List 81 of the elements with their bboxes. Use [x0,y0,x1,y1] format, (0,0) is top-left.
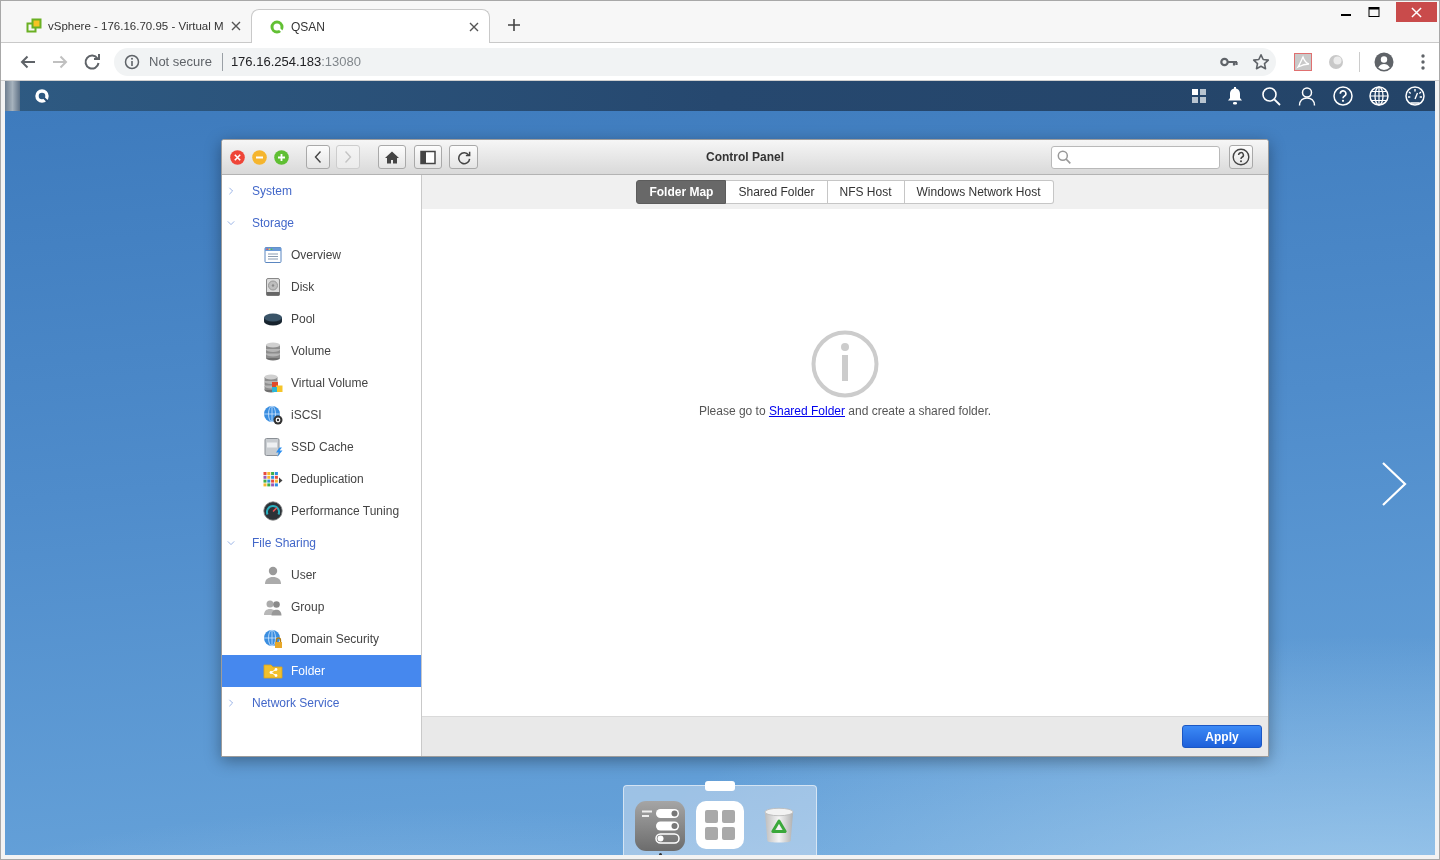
search-icon [1057,150,1071,164]
chevron-right-icon[interactable] [1380,461,1408,507]
sidebar-section[interactable]: Storage [222,207,421,239]
globe-lock-icon [263,629,283,649]
globe-icon[interactable] [1369,86,1389,106]
sidebar-section[interactable]: System [222,175,421,207]
user-icon [263,565,283,585]
database-squares-icon [263,373,283,393]
sidebar-item[interactable]: Volume [222,335,421,367]
ring-logo-icon[interactable] [34,88,50,104]
maximize-icon[interactable] [1368,6,1380,18]
security-label: Not secure [149,54,212,69]
browser-tab[interactable]: QSAN [251,9,490,43]
home-icon [384,149,400,165]
ring-favicon-icon [269,18,285,35]
plus-icon[interactable] [507,18,521,32]
tab[interactable]: Windows Network Host [904,180,1054,204]
sidebar-item[interactable]: Deduplication [222,463,421,495]
url-text: 176.16.254.183:13080 [230,54,361,69]
star-icon[interactable] [1252,52,1270,71]
gauge-icon[interactable] [1405,86,1425,106]
document-extension-icon[interactable] [1294,52,1312,71]
sidebar-toggle-button[interactable] [414,145,442,169]
back-button[interactable] [306,145,330,169]
chevron-left-icon [313,150,323,164]
sidebar-item[interactable]: SSD Cache [222,431,421,463]
close-button[interactable] [1396,2,1437,22]
home-button[interactable] [378,145,406,169]
refresh-icon [455,149,472,165]
window-title: Control Panel [706,150,784,164]
toggles-tile-icon[interactable] [635,801,685,851]
chevron-right-icon [343,150,353,164]
drive-bolt-icon [263,437,283,457]
sidebar-item[interactable]: Virtual Volume [222,367,421,399]
tab[interactable]: Shared Folder [726,180,828,204]
panel-icon [420,149,436,165]
list-window-icon [263,245,283,265]
user-icon[interactable] [1297,86,1317,106]
sidebar-item[interactable]: Group [222,591,421,623]
info-icon[interactable] [124,53,140,70]
tile-grid-icon [263,469,283,489]
empty-message: Please go to Shared Folder and create a shared folder. [698,404,992,418]
browser-tab[interactable]: vSphere - 176.16.70.95 - Virtual M [12,10,251,42]
sidebar-item[interactable]: Disk [222,271,421,303]
sidebar-section[interactable]: File Sharing [222,527,421,559]
key-icon[interactable] [1220,55,1238,68]
close-icon [1411,6,1422,18]
folder-share-icon [263,661,283,681]
reload-icon[interactable] [82,51,102,72]
menu-icon[interactable] [1421,53,1425,70]
refresh-button[interactable] [449,145,478,169]
sidebar-item[interactable]: Domain Security [222,623,421,655]
sidebar-item[interactable]: iSCSI [222,399,421,431]
gauge-icon [263,501,283,521]
search-icon[interactable] [1261,86,1281,106]
tile-grid-icon[interactable] [1189,86,1209,106]
help-icon[interactable] [1333,86,1353,106]
sidebar-item[interactable]: Performance Tuning [222,495,421,527]
sidebar-item[interactable]: Pool [222,303,421,335]
dock-handle[interactable] [705,781,735,791]
tab[interactable]: NFS Host [827,180,905,204]
sidebar-section[interactable]: Network Service [222,687,421,719]
sidebar-item[interactable]: Overview [222,239,421,271]
close-icon[interactable] [469,21,479,32]
globe-gear-icon [263,405,283,425]
shared-folder-link[interactable]: Shared Folder [768,404,845,418]
close-icon[interactable] [231,21,241,31]
help-button[interactable] [1229,145,1253,169]
bell-icon[interactable] [1225,86,1245,106]
apply-button[interactable]: Apply [1182,725,1262,748]
address-bar[interactable]: Not secure 176.16.254.183:13080 [114,47,1276,76]
tab[interactable]: Folder Map [636,180,727,204]
help-icon [1232,148,1250,166]
search-field[interactable] [1051,145,1220,169]
squares-favicon-icon [26,18,42,34]
sidebar-item[interactable]: User [222,559,421,591]
database-icon [263,341,283,361]
close-icon[interactable] [230,149,245,165]
side-handle[interactable] [5,81,20,111]
account-icon[interactable] [1374,51,1394,72]
info-icon [811,330,879,398]
